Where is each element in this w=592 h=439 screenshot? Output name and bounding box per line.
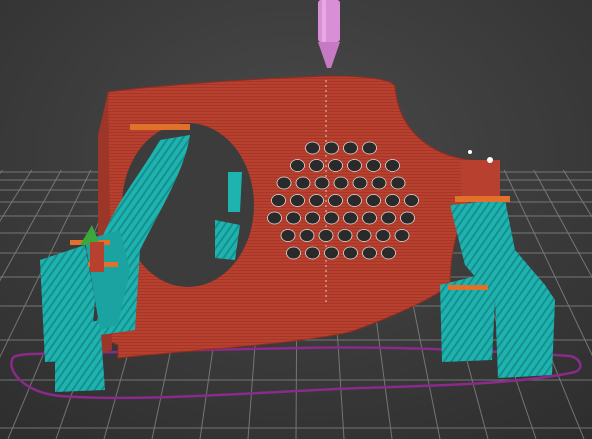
vent-hole <box>371 176 387 190</box>
vent-hole <box>385 159 400 172</box>
vent-hole <box>375 229 391 242</box>
vent-hole <box>290 194 305 207</box>
vent-hole <box>314 176 330 190</box>
vent-hole <box>385 194 400 207</box>
slicer-3d-viewport[interactable] <box>0 0 592 439</box>
vent-hole <box>305 211 320 225</box>
vent-hole <box>366 159 381 172</box>
vent-hole <box>400 211 415 225</box>
vent-hole <box>362 211 377 225</box>
vent-hole <box>328 194 343 207</box>
vent-hole <box>318 229 334 242</box>
vent-hole <box>381 246 396 260</box>
vent-hole <box>286 211 301 225</box>
vent-hole <box>271 194 286 207</box>
vent-hole <box>394 229 410 242</box>
vent-hole <box>362 246 377 260</box>
vent-hole <box>286 246 301 260</box>
vent-hole <box>352 176 368 190</box>
vent-hole <box>280 229 296 242</box>
vent-hole <box>324 246 339 260</box>
vent-hole <box>299 229 315 242</box>
vent-hole <box>404 194 419 207</box>
vent-hole <box>333 176 349 190</box>
vent-hole <box>356 229 372 242</box>
vent-hole <box>381 211 396 225</box>
vent-hole <box>309 159 324 172</box>
vent-hole <box>390 176 406 190</box>
vent-hole <box>347 194 362 207</box>
vent-hole <box>343 246 358 260</box>
vent-hole <box>366 194 381 207</box>
vent-hole <box>276 176 292 190</box>
vent-hole <box>362 141 377 155</box>
vent-hole <box>295 176 311 190</box>
vent-hole <box>267 211 282 225</box>
vent-hole <box>309 194 324 207</box>
vent-hole <box>324 211 339 225</box>
vent-hole <box>343 141 358 155</box>
layer-preview-canvas[interactable] <box>0 0 592 439</box>
vent-hole <box>305 246 320 260</box>
vent-hole <box>347 159 362 172</box>
vent-hole <box>337 229 353 242</box>
vent-hole <box>328 159 343 172</box>
vent-hole <box>324 141 339 155</box>
vent-hole <box>343 211 358 225</box>
vent-hole <box>305 141 320 155</box>
vent-hole <box>290 159 305 172</box>
